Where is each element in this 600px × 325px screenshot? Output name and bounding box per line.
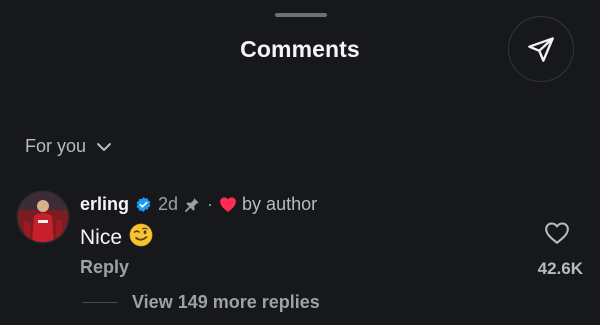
sheet-drag-handle[interactable]	[275, 13, 327, 17]
view-replies-button[interactable]: View 149 more replies	[82, 292, 320, 313]
like-button[interactable]	[543, 221, 571, 250]
comment-body: Nice	[80, 223, 153, 253]
view-replies-label: View 149 more replies	[132, 292, 320, 312]
filter-label: For you	[25, 136, 87, 156]
heart-outline-icon	[544, 221, 570, 250]
avatar[interactable]	[18, 192, 68, 242]
comment-text: Nice	[80, 226, 123, 249]
heart-filled-icon	[219, 196, 237, 213]
liked-by-author-label: by author	[242, 194, 318, 214]
meta-separator: ·	[207, 194, 214, 214]
verified-badge-icon	[135, 196, 152, 213]
paper-plane-icon	[527, 35, 555, 63]
pin-icon	[183, 196, 201, 214]
comments-sheet: Comments For you erling 2d · by author N…	[0, 0, 600, 325]
share-button[interactable]	[508, 16, 574, 82]
chevron-down-icon	[96, 142, 112, 152]
comment-header: erling 2d · by author	[80, 194, 317, 215]
comment-filter-dropdown[interactable]: For you	[25, 136, 112, 157]
comment-username[interactable]: erling	[80, 194, 129, 215]
comment-timestamp: 2d	[158, 194, 179, 214]
winking-face-emoji	[129, 223, 153, 253]
reply-button[interactable]: Reply	[80, 257, 129, 278]
replies-divider-line	[82, 301, 118, 304]
like-count: 42.6K	[537, 259, 583, 278]
